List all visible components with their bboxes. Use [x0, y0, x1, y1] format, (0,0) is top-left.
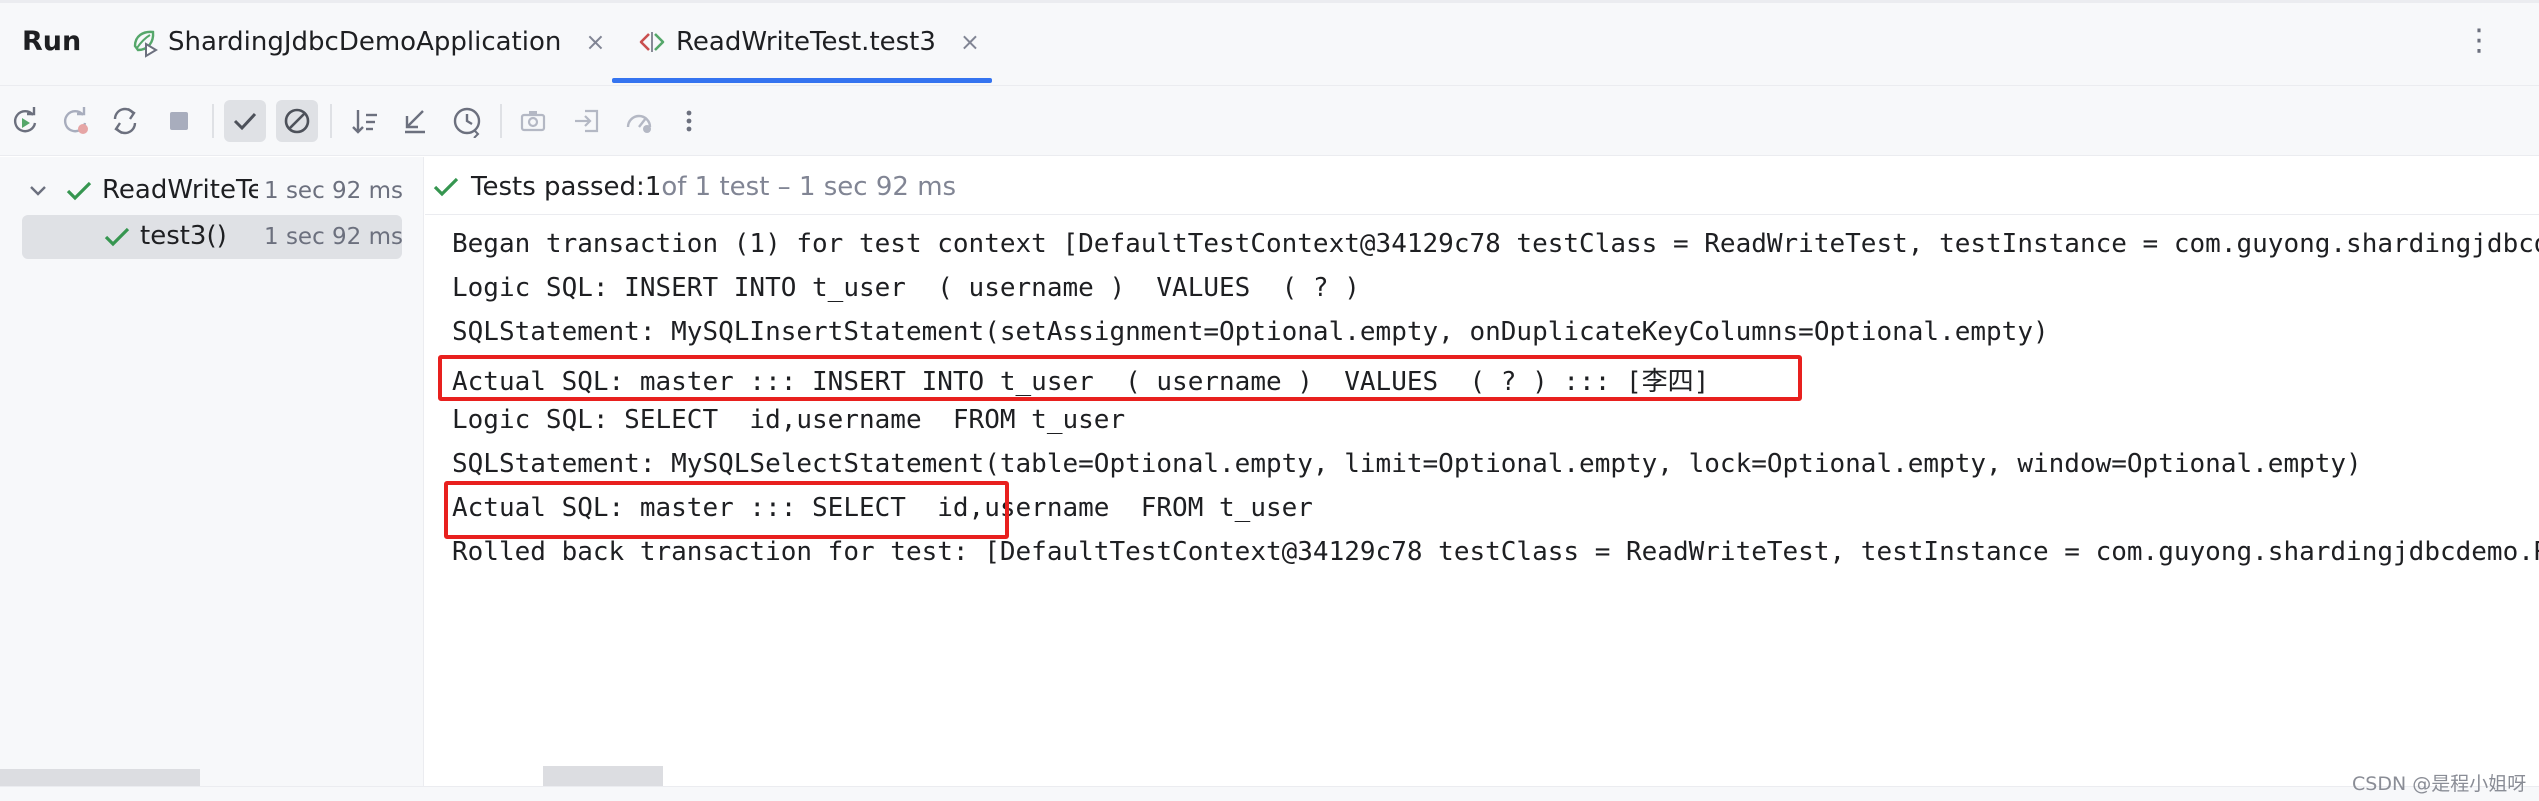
- status-passed-count: 1: [644, 172, 662, 202]
- tab-sharding-jdbc-demo-application[interactable]: ShardingJdbcDemoApplication ×: [128, 22, 605, 62]
- more-options-icon[interactable]: ⋮: [2464, 26, 2494, 56]
- test-status-line: Tests passed: 1 of 1 test – 1 sec 92 ms: [431, 167, 956, 207]
- tree-item-duration: 1 sec 92 ms: [264, 178, 403, 204]
- top-edge: [0, 0, 2539, 3]
- close-icon[interactable]: ×: [585, 28, 605, 56]
- tree-item-test3[interactable]: test3() 1 sec 92 ms: [22, 215, 403, 259]
- status-label: Tests passed:: [471, 172, 645, 202]
- console-line: Rolled back transaction for test: [Defau…: [452, 537, 2539, 567]
- tree-item-read-write-test[interactable]: ReadWriteTest 1 sec 92 ms: [0, 169, 424, 213]
- tree-item-label: test3(): [140, 221, 227, 251]
- horizontal-scrollbar[interactable]: [0, 769, 200, 787]
- more-actions-icon[interactable]: [668, 100, 710, 142]
- tab-label: ShardingJdbcDemoApplication: [168, 27, 562, 57]
- passed-check-icon: [431, 172, 461, 202]
- stop-icon[interactable]: [158, 100, 200, 142]
- run-tool-window-title: Run: [22, 26, 82, 57]
- spring-run-icon: [128, 26, 160, 58]
- toolbar-separator: [500, 104, 502, 138]
- toolbar-separator: [212, 104, 214, 138]
- divider: [425, 214, 2539, 215]
- status-summary: of 1 test – 1 sec 92 ms: [661, 172, 957, 202]
- rerun-failed-icon[interactable]: [54, 100, 96, 142]
- horizontal-scrollbar[interactable]: [543, 766, 663, 788]
- collapse-all-icon[interactable]: [394, 100, 436, 142]
- console-line: Logic SQL: SELECT id,username FROM t_use…: [452, 405, 1126, 435]
- chevron-down-icon[interactable]: [26, 179, 50, 203]
- console-line: Began transaction (1) for test context […: [452, 229, 2539, 259]
- console-output[interactable]: Tests passed: 1 of 1 test – 1 sec 92 ms …: [425, 157, 2539, 801]
- tree-item-duration: 1 sec 92 ms: [264, 224, 403, 250]
- bottom-edge: [0, 786, 2539, 801]
- highlight-box: [438, 355, 1802, 401]
- console-line: SQLStatement: MySQLInsertStatement(setAs…: [452, 317, 2049, 347]
- tree-item-label: ReadWriteTest: [102, 175, 258, 205]
- watermark: CSDN @是程小姐呀: [2352, 773, 2527, 795]
- tool-window-header: Run ShardingJdbcDemoApplication × ReadWr…: [0, 0, 2539, 86]
- passed-check-icon: [64, 176, 94, 206]
- tab-read-write-test-test3[interactable]: ReadWriteTest.test3 ×: [636, 22, 980, 62]
- active-tab-indicator: [612, 78, 992, 83]
- close-icon[interactable]: ×: [960, 28, 980, 56]
- passed-check-icon: [102, 222, 132, 252]
- tab-label: ReadWriteTest.test3: [676, 27, 936, 57]
- test-history-icon[interactable]: [446, 100, 488, 142]
- coverage-icon[interactable]: [618, 100, 660, 142]
- test-runner-toolbar: [0, 86, 2539, 156]
- sort-alphabetically-icon[interactable]: [344, 100, 386, 142]
- console-line: SQLStatement: MySQLSelectStatement(table…: [452, 449, 2362, 479]
- import-tests-icon[interactable]: [566, 100, 608, 142]
- show-passed-icon[interactable]: [224, 100, 266, 142]
- toolbar-separator: [330, 104, 332, 138]
- screenshot-icon[interactable]: [512, 100, 554, 142]
- show-ignored-icon[interactable]: [276, 100, 318, 142]
- test-diff-icon: [636, 26, 668, 58]
- highlight-box: [444, 481, 1009, 539]
- rerun-icon[interactable]: [4, 100, 46, 142]
- toggle-auto-test-icon[interactable]: [104, 100, 146, 142]
- test-results-tree: ReadWriteTest 1 sec 92 ms test3() 1 sec …: [0, 157, 424, 801]
- console-line: Logic SQL: INSERT INTO t_user ( username…: [452, 273, 1360, 303]
